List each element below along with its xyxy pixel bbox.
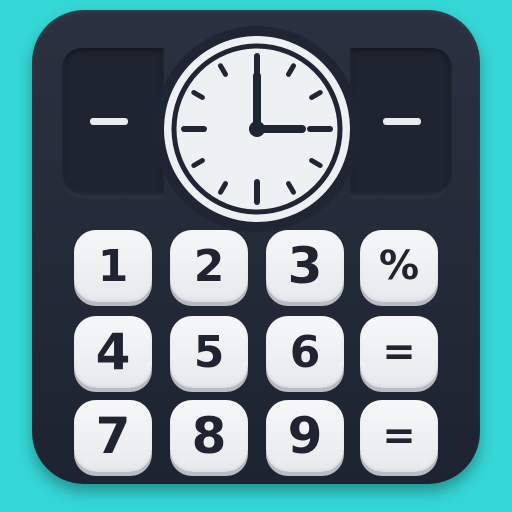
key-4[interactable]: 4	[74, 316, 152, 388]
key-2[interactable]: 2	[170, 230, 248, 302]
minus-sign-right: –	[383, 118, 421, 125]
key-3[interactable]: 3	[266, 230, 344, 302]
key-1[interactable]: 1	[74, 230, 152, 302]
key-6[interactable]: 6	[266, 316, 344, 388]
key-percent[interactable]: %	[360, 230, 438, 302]
key-7[interactable]: 7	[74, 400, 152, 472]
key-equals-lower[interactable]: =	[360, 400, 438, 472]
clock-icon	[154, 26, 360, 232]
key-8[interactable]: 8	[170, 400, 248, 472]
app-icon: – – 1 2 3 % 4 5 6 = 7 8 9 =	[0, 0, 512, 512]
key-9[interactable]: 9	[266, 400, 344, 472]
minus-sign-left: –	[90, 118, 128, 125]
key-equals-upper[interactable]: =	[360, 316, 438, 388]
clock-center-pin	[249, 121, 265, 137]
key-5[interactable]: 5	[170, 316, 248, 388]
